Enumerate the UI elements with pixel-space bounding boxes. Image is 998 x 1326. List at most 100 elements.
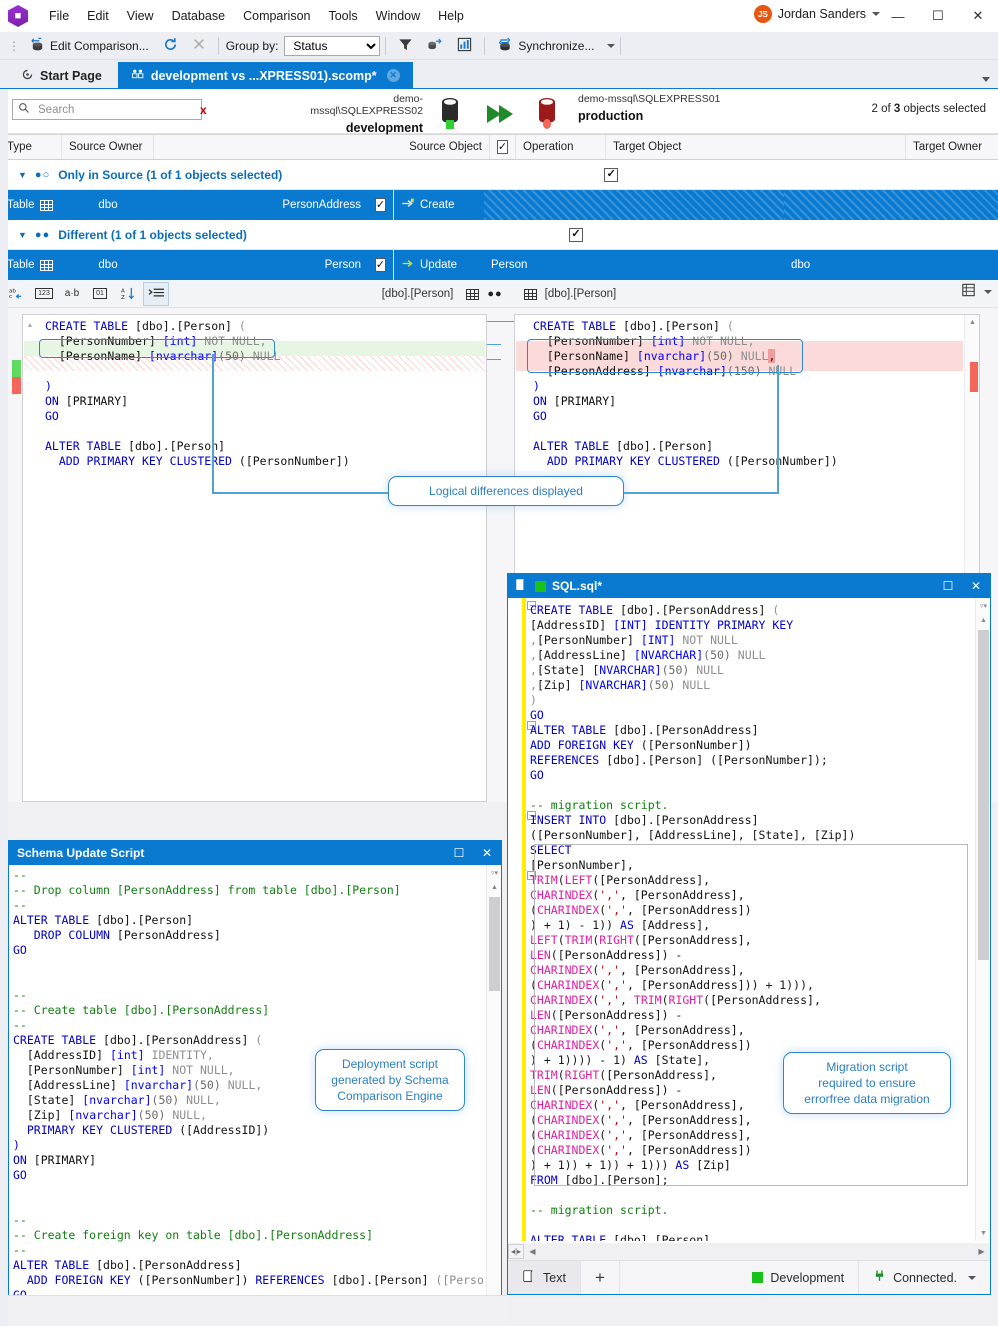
group-row-only-in-source[interactable]: ▼ ●○ Only in Source (1 of 1 objects sele… — [0, 160, 998, 190]
scroll-up-icon[interactable]: ▲ — [487, 880, 501, 895]
split-icon[interactable]: ▿▾ — [487, 865, 501, 880]
sql-editor-title-bar[interactable]: SQL.sql* ☐ ✕ — [508, 574, 990, 598]
binary-icon[interactable]: 01 — [88, 283, 112, 305]
schema-update-script-vscrollbar[interactable]: ▿▾ ▲ ▼ — [486, 865, 501, 1308]
row-source-owner: dbo — [98, 199, 118, 211]
grid-view-icon[interactable] — [961, 283, 976, 300]
menu-file[interactable]: File — [40, 3, 78, 29]
chevron-down-icon[interactable] — [968, 1275, 976, 1280]
column-header-target-owner[interactable]: Target Owner — [906, 135, 998, 159]
column-header-operation[interactable]: Operation — [516, 135, 606, 159]
status-mode[interactable]: Text — [508, 1261, 581, 1294]
scroll-thumb[interactable] — [489, 897, 500, 991]
connection-name-label: Development — [770, 1270, 845, 1285]
connection-status-square — [752, 1272, 764, 1283]
menu-window[interactable]: Window — [367, 3, 429, 29]
diff-pane-left[interactable]: ▲ CREATE TABLE [dbo].[Person] ( [PersonN… — [22, 314, 487, 802]
schema-update-script-window[interactable]: Schema Update Script ☐ ✕ -- -- Drop colu… — [8, 840, 502, 1326]
scroll-left-icon[interactable]: ◀ — [524, 1243, 541, 1260]
group-by-select[interactable]: StatusTypeOwner — [284, 35, 381, 56]
refresh-button[interactable] — [156, 35, 185, 57]
row-checkbox-cell[interactable]: ✓ — [368, 190, 394, 220]
diff-marker-added — [12, 360, 21, 377]
whitespace-icon[interactable]: a·b — [60, 283, 84, 305]
menu-tools[interactable]: Tools — [319, 3, 366, 29]
close-icon[interactable]: ✕ — [962, 574, 990, 598]
row-target-object: Person — [491, 259, 528, 271]
menu-view[interactable]: View — [118, 3, 163, 29]
add-tab-button[interactable]: + — [581, 1261, 620, 1294]
search-box[interactable]: x — [12, 99, 207, 120]
user-account[interactable]: JS Jordan Sanders — [753, 5, 880, 23]
scroll-up-icon[interactable]: ▲ — [965, 315, 979, 330]
report-icon — [457, 37, 472, 55]
column-header-source-object[interactable]: Source Object — [154, 135, 490, 159]
menu-database[interactable]: Database — [163, 3, 235, 29]
column-header-source-owner[interactable]: Source Owner — [62, 135, 154, 159]
sql-editor-hscrollbar[interactable]: ◂|▸ ◀ ▶ — [508, 1243, 990, 1260]
maximize-icon[interactable]: ☐ — [934, 574, 962, 598]
clear-x-icon[interactable]: x — [200, 103, 207, 117]
toolbar-grip[interactable]: ⋮ — [4, 39, 23, 53]
chevron-down-icon[interactable] — [984, 289, 992, 294]
menu-comparison[interactable]: Comparison — [234, 3, 319, 29]
tab-start-page[interactable]: Start Page — [8, 62, 115, 88]
chevron-down-icon[interactable]: ▼ — [18, 170, 27, 180]
row-source-owner: dbo — [98, 259, 118, 271]
close-icon[interactable]: ✕ — [473, 841, 501, 865]
report-button[interactable] — [450, 35, 479, 57]
tab-comparison[interactable]: development vs ...XPRESS01).scomp* ✕ — [117, 62, 413, 88]
search-input[interactable] — [36, 102, 194, 117]
synchronize-chevron-down-icon[interactable] — [607, 43, 616, 48]
schema-update-script-title-bar[interactable]: Schema Update Script ☐ ✕ — [9, 841, 501, 865]
row-checkbox-cell[interactable]: ✓ — [368, 250, 394, 280]
column-header-target-object[interactable]: Target Object — [606, 135, 906, 159]
column-header-type[interactable]: Type — [0, 135, 62, 159]
menu-edit[interactable]: Edit — [78, 3, 118, 29]
scroll-thumb[interactable] — [978, 630, 989, 960]
close-button[interactable]: ✕ — [958, 0, 998, 32]
sql-editor-window[interactable]: SQL.sql* ☐ ✕ − − − − − CREATE TABLE [dbo… — [507, 573, 991, 1295]
compare-objects-button[interactable] — [420, 35, 450, 57]
synchronize-button[interactable]: Synchronize... — [490, 35, 601, 57]
column-header-checkbox[interactable]: ✓ — [490, 135, 516, 159]
group-checkbox[interactable]: ✓ — [568, 227, 583, 242]
maximize-button[interactable]: ☐ — [918, 0, 958, 32]
line-numbers-icon[interactable]: 123 — [32, 283, 56, 305]
table-row[interactable]: Table dbo PersonAddress ✓ Create — [0, 190, 998, 220]
edit-comparison-button[interactable]: Edit Comparison... — [23, 35, 156, 57]
table-row[interactable]: Table dbo Person ✓ Update Person dbo — [0, 250, 998, 280]
target-server: demo-mssql\SQLEXPRESS01 — [578, 93, 721, 105]
row-checkbox[interactable]: ✓ — [374, 198, 387, 212]
group-checkbox[interactable]: ✓ — [604, 167, 619, 182]
fold-icon[interactable]: ▲ — [25, 319, 35, 331]
app-status-bar — [0, 1295, 507, 1326]
status-connection-state[interactable]: Connected. — [859, 1261, 990, 1294]
split-icon[interactable]: ▿▾ — [976, 598, 990, 613]
sql-editor-vscrollbar[interactable]: ▿▾ ▲ ▼ — [975, 598, 990, 1241]
indent-icon[interactable] — [143, 281, 169, 306]
sort-az-icon[interactable]: AZ — [116, 283, 140, 305]
scroll-right-icon[interactable]: ▶ — [973, 1243, 990, 1260]
maximize-icon[interactable]: ☐ — [445, 841, 473, 865]
stop-button[interactable] — [185, 35, 213, 57]
menu-help[interactable]: Help — [429, 3, 473, 29]
toolbar-separator-3 — [484, 36, 486, 55]
chevron-down-icon[interactable]: ▼ — [18, 230, 27, 240]
scroll-down-icon[interactable]: ▼ — [976, 1226, 990, 1241]
sql-editor-body[interactable]: − − − − − CREATE TABLE [dbo].[PersonAddr… — [508, 598, 990, 1241]
tab-overflow-chevron-down-icon[interactable] — [982, 77, 990, 82]
scroll-up-icon[interactable]: ▲ — [976, 613, 990, 628]
status-connection-name[interactable]: Development — [738, 1261, 860, 1294]
comparison-grid: Type Source Owner Source Object ✓ Operat… — [0, 134, 998, 280]
menu-bar[interactable]: File Edit View Database Comparison Tools… — [40, 3, 473, 29]
group-row-different[interactable]: ▼ ●● Different (1 of 1 objects selected)… — [0, 220, 998, 250]
close-icon[interactable]: ✕ — [386, 69, 400, 82]
filter-button[interactable] — [391, 35, 420, 57]
window-controls[interactable]: — ☐ ✕ — [878, 0, 998, 32]
row-checkbox[interactable]: ✓ — [374, 258, 387, 272]
select-all-checkbox[interactable]: ✓ — [496, 140, 509, 154]
split-handle[interactable]: ◂|▸ — [508, 1244, 524, 1259]
diff-right-code: CREATE TABLE [dbo].[Person] ( [PersonNum… — [533, 319, 838, 468]
minimize-button[interactable]: — — [878, 0, 918, 32]
